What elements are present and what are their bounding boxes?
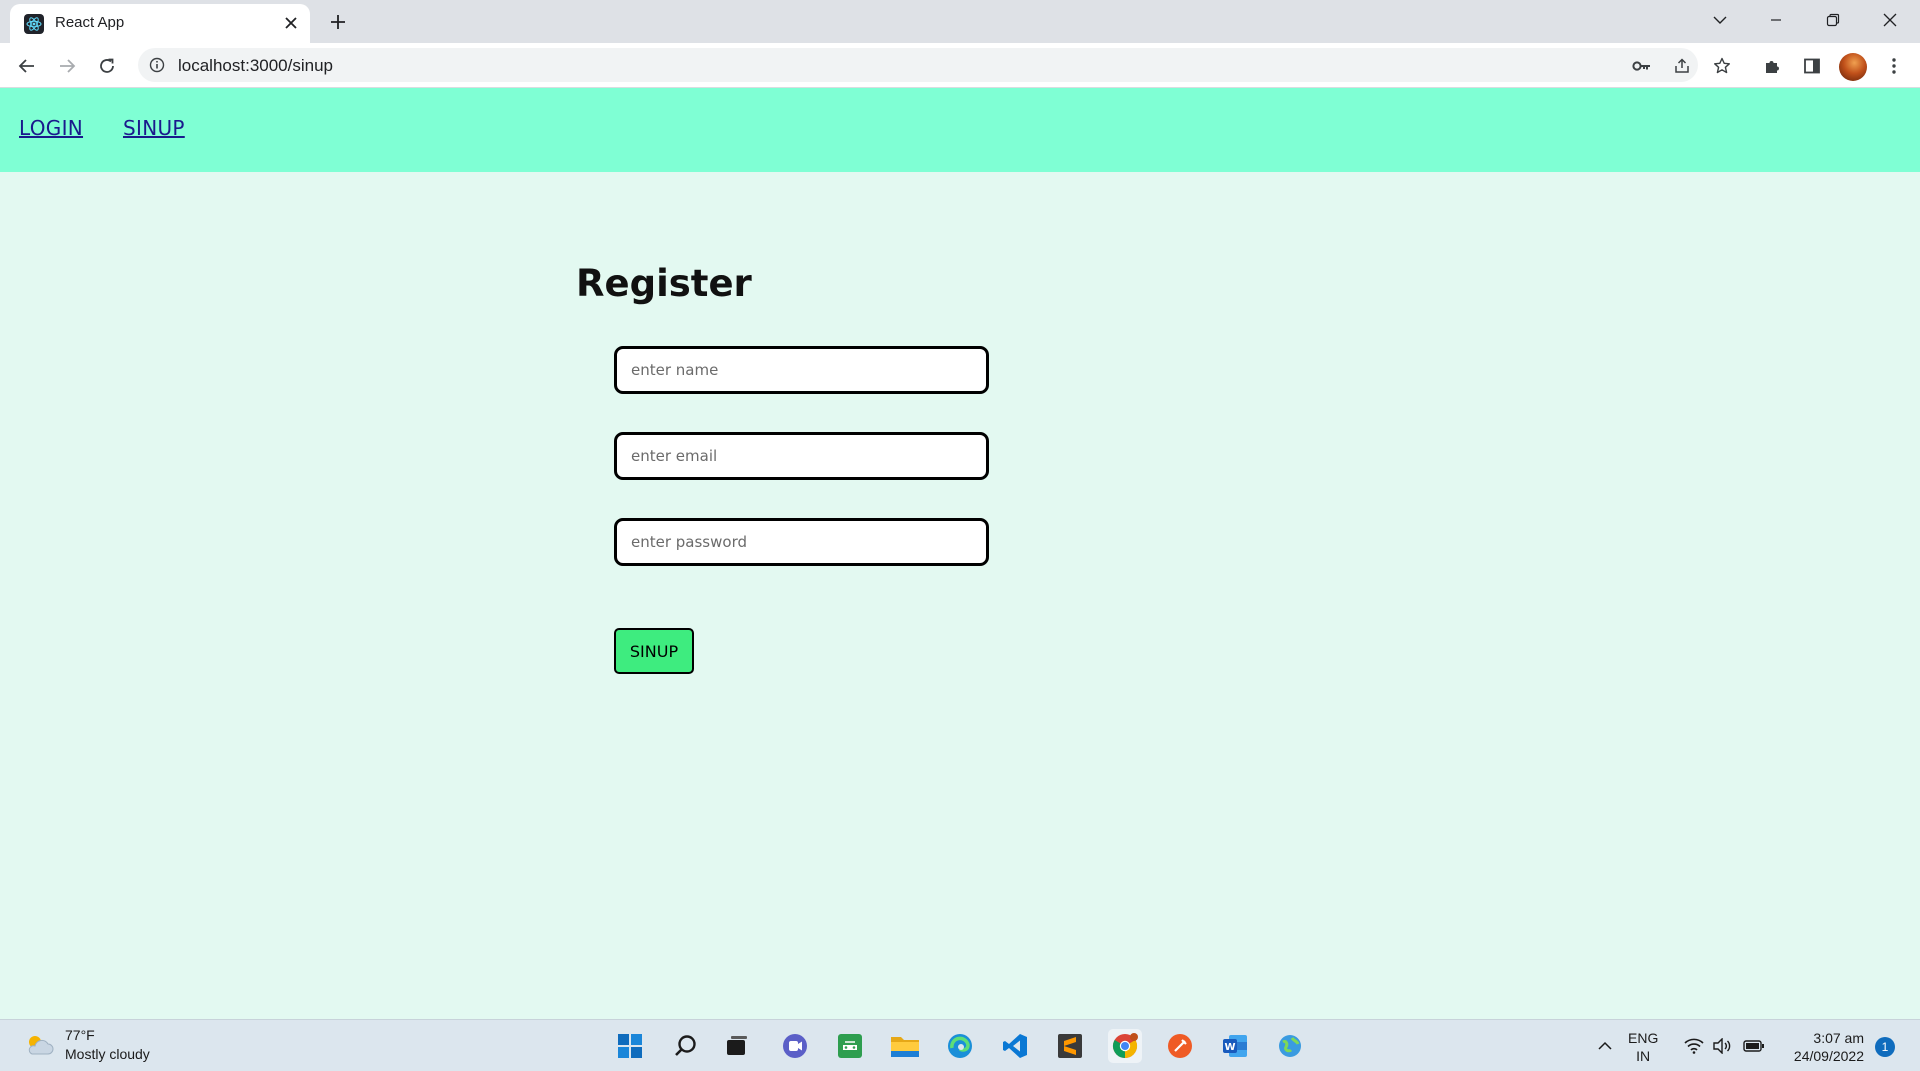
task-view-icon[interactable] xyxy=(720,1029,754,1063)
share-icon[interactable] xyxy=(1670,54,1694,78)
reload-icon[interactable] xyxy=(91,50,123,82)
react-favicon-icon xyxy=(24,14,44,34)
clock-date: 24/09/2022 xyxy=(1793,1048,1864,1064)
show-hidden-icons-chevron-icon[interactable] xyxy=(1593,1034,1617,1058)
tab-title: React App xyxy=(55,14,125,31)
weather-description[interactable]: Mostly cloudy xyxy=(65,1046,150,1062)
word-icon[interactable]: W xyxy=(1218,1029,1252,1063)
browser-tab-active[interactable]: React App xyxy=(10,4,310,43)
wifi-icon[interactable] xyxy=(1682,1034,1706,1058)
svg-text:W: W xyxy=(1224,1042,1235,1053)
email-input[interactable] xyxy=(614,432,989,480)
start-windows-icon[interactable] xyxy=(613,1029,647,1063)
sinup-link[interactable]: SINUP xyxy=(123,116,185,140)
tab-close-icon[interactable] xyxy=(280,12,302,34)
sinup-submit-button[interactable]: SINUP xyxy=(614,628,694,674)
app-navbar: LOGIN SINUP xyxy=(0,88,1920,172)
url-text[interactable]: localhost:3000/sinup xyxy=(178,56,333,76)
new-tab-icon[interactable] xyxy=(325,9,351,35)
chrome-icon[interactable] xyxy=(1108,1029,1142,1063)
language-code: ENG xyxy=(1628,1030,1659,1046)
sublime-text-icon[interactable] xyxy=(1053,1029,1087,1063)
vscode-icon[interactable] xyxy=(998,1029,1032,1063)
back-arrow-icon[interactable] xyxy=(11,50,43,82)
login-link[interactable]: LOGIN xyxy=(19,116,83,140)
file-explorer-icon[interactable] xyxy=(888,1029,922,1063)
clock-time: 3:07 am xyxy=(1813,1030,1864,1046)
notification-badge[interactable]: 1 xyxy=(1875,1037,1895,1057)
teams-chat-icon[interactable] xyxy=(778,1029,812,1063)
password-key-icon[interactable] xyxy=(1630,54,1654,78)
tab-search-chevron-icon[interactable] xyxy=(1700,4,1740,36)
profile-avatar[interactable] xyxy=(1839,53,1867,81)
postman-icon[interactable] xyxy=(1163,1029,1197,1063)
game-app-icon[interactable] xyxy=(833,1029,867,1063)
system-clock[interactable]: 3:07 am 24/09/2022 xyxy=(1780,1029,1864,1065)
weather-temperature[interactable]: 77°F xyxy=(65,1027,95,1043)
extensions-puzzle-icon[interactable] xyxy=(1758,52,1786,80)
minimize-icon[interactable] xyxy=(1756,4,1796,36)
bookmark-star-icon[interactable] xyxy=(1710,54,1734,78)
browser-tab-strip: React App xyxy=(0,0,1920,43)
browser-toolbar: localhost:3000/sinup xyxy=(0,43,1920,88)
edge-browser-icon[interactable] xyxy=(943,1029,977,1063)
language-region: IN xyxy=(1636,1048,1651,1064)
windows-taskbar: 77°F Mostly cloudy W ENG IN 3:07 am 24/0… xyxy=(0,1019,1920,1071)
side-panel-icon[interactable] xyxy=(1798,52,1826,80)
search-icon[interactable] xyxy=(669,1029,703,1063)
password-input[interactable] xyxy=(614,518,989,566)
battery-icon[interactable] xyxy=(1742,1034,1766,1058)
chrome-menu-icon[interactable] xyxy=(1880,52,1908,80)
forward-arrow-icon[interactable] xyxy=(51,50,83,82)
input-language[interactable]: ENG IN xyxy=(1628,1029,1658,1065)
weather-cloudy-icon[interactable] xyxy=(24,1032,54,1058)
volume-icon[interactable] xyxy=(1710,1034,1734,1058)
address-bar[interactable]: localhost:3000/sinup xyxy=(138,48,1730,82)
close-window-icon[interactable] xyxy=(1870,4,1910,36)
restore-icon[interactable] xyxy=(1813,4,1853,36)
site-info-icon[interactable] xyxy=(149,57,165,73)
globe-app-icon[interactable] xyxy=(1273,1029,1307,1063)
register-heading: Register xyxy=(576,262,752,305)
name-input[interactable] xyxy=(614,346,989,394)
